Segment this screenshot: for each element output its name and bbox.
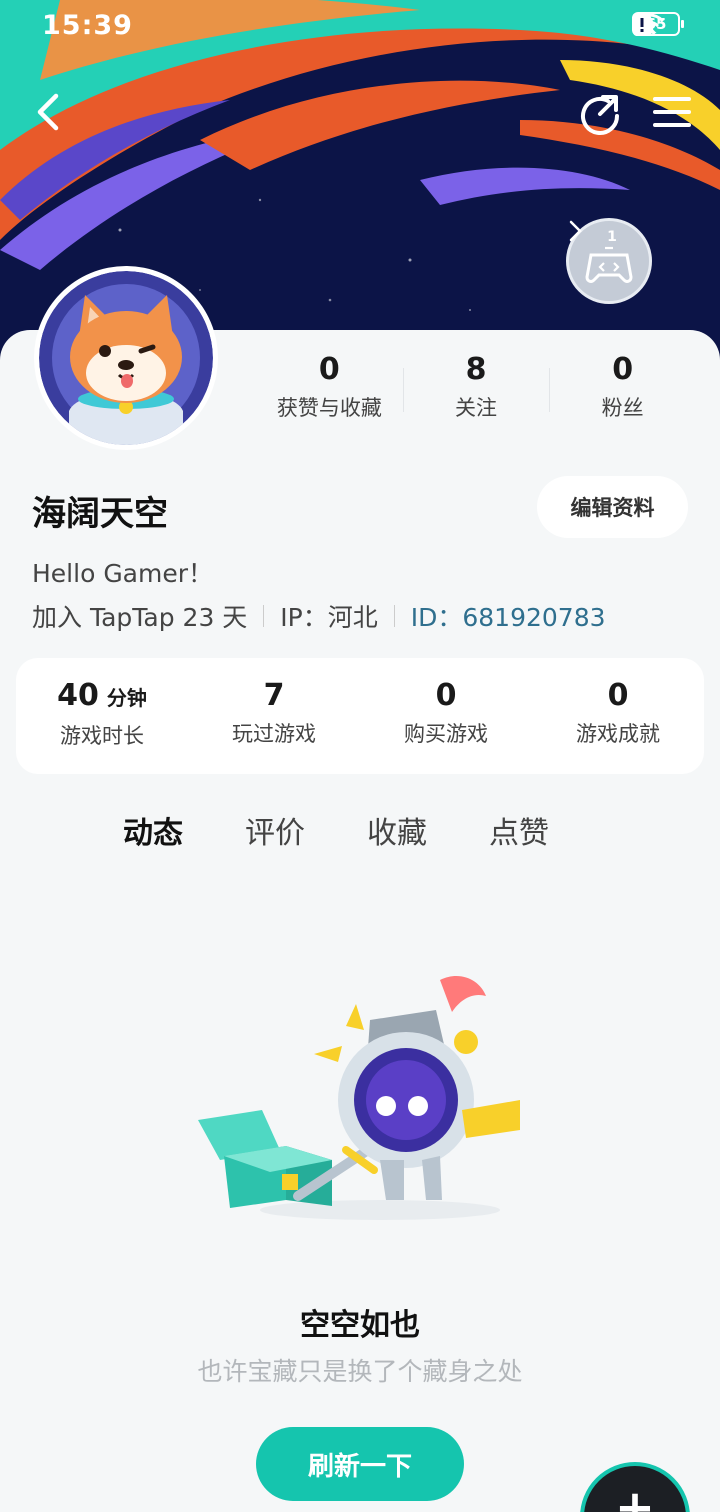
player-badge-button[interactable]: 1 (566, 218, 686, 304)
username: 海阔天空 (32, 494, 168, 534)
empty-state-title: 空空如也 (300, 1308, 420, 1343)
user-bio: Hello Gamer！ (32, 559, 214, 588)
gstat-playtime[interactable]: 40 分钟 游戏时长 (16, 658, 188, 774)
status-time: 15:39 (42, 10, 133, 41)
stat-value: 0 (612, 352, 634, 387)
gstat-value: 40 分钟 (16, 676, 188, 718)
tab-label: 收藏 (367, 816, 427, 851)
back-arrow-icon (37, 93, 59, 131)
stat-label: 关注 (455, 396, 497, 420)
profile-meta: 加入 TapTap 23 天 IP：河北 ID：681920783 (32, 598, 606, 634)
gstat-played[interactable]: 7 玩过游戏 (188, 658, 360, 774)
status-icons: 65 (632, 12, 684, 36)
battery-indicator: 65 (632, 12, 684, 36)
avatar-image (39, 271, 213, 445)
gstat-value: 0 (607, 678, 629, 713)
gstat-achievements[interactable]: 0 游戏成就 (532, 658, 704, 774)
stat-value: 8 (465, 352, 487, 387)
tab-favorites[interactable]: 收藏 (336, 810, 458, 860)
tab-label: 动态 (123, 816, 183, 851)
share-button[interactable] (578, 92, 622, 136)
divider (263, 605, 265, 627)
stat-likes-favorites[interactable]: 0 获赞与收藏 (256, 350, 403, 430)
join-duration: 加入 TapTap 23 天 (32, 603, 248, 632)
top-nav-bar (0, 82, 720, 142)
content-tabs: 动态 评价 收藏 点赞 (92, 810, 580, 860)
tab-label: 点赞 (489, 816, 549, 851)
menu-button[interactable] (652, 94, 692, 130)
ip-location: IP：河北 (280, 603, 378, 632)
gstat-label: 玩过游戏 (232, 722, 316, 746)
social-stats: 0 获赞与收藏 8 关注 0 粉丝 (256, 350, 696, 430)
shiba-avatar-icon (39, 271, 213, 445)
knight-treasure-icon (198, 975, 520, 1220)
stat-value: 0 (318, 352, 340, 387)
gstat-number: 40 (57, 678, 99, 713)
menu-icon (653, 97, 691, 127)
tab-label: 评价 (245, 816, 305, 851)
avatar[interactable] (34, 266, 218, 450)
user-id[interactable]: ID：681920783 (411, 598, 606, 634)
empty-state-subtitle: 也许宝藏只是换了个藏身之处 (197, 1357, 523, 1386)
stat-label: 获赞与收藏 (276, 396, 382, 420)
refresh-button[interactable]: 刷新一下 (256, 1427, 464, 1501)
gstat-unit: 分钟 (106, 686, 147, 710)
stat-followers[interactable]: 0 粉丝 (549, 350, 696, 430)
plus-icon: + (614, 1480, 656, 1512)
tab-feed[interactable]: 动态 (92, 810, 214, 860)
gstat-label: 游戏时长 (60, 724, 144, 748)
gstat-value: 7 (263, 678, 285, 713)
tab-reviews[interactable]: 评价 (214, 810, 336, 860)
status-bar: 15:39 65 (0, 0, 720, 56)
back-button[interactable] (28, 88, 72, 136)
edit-profile-button[interactable]: 编辑资料 (537, 476, 688, 538)
gstat-label: 游戏成就 (576, 722, 660, 746)
chevron-right-icon (569, 220, 582, 242)
tab-likes[interactable]: 点赞 (458, 810, 580, 860)
game-stats-panel: 40 分钟 游戏时长 7 玩过游戏 0 购买游戏 0 游戏成就 (16, 658, 704, 774)
divider (393, 605, 395, 627)
stat-label: 粉丝 (601, 396, 644, 420)
stat-following[interactable]: 8 关注 (402, 350, 550, 430)
gstat-value: 0 (435, 678, 457, 713)
gstat-purchased[interactable]: 0 购买游戏 (360, 658, 532, 774)
share-icon (581, 95, 619, 135)
gstat-label: 购买游戏 (404, 722, 488, 746)
empty-state-illustration (190, 960, 550, 1230)
